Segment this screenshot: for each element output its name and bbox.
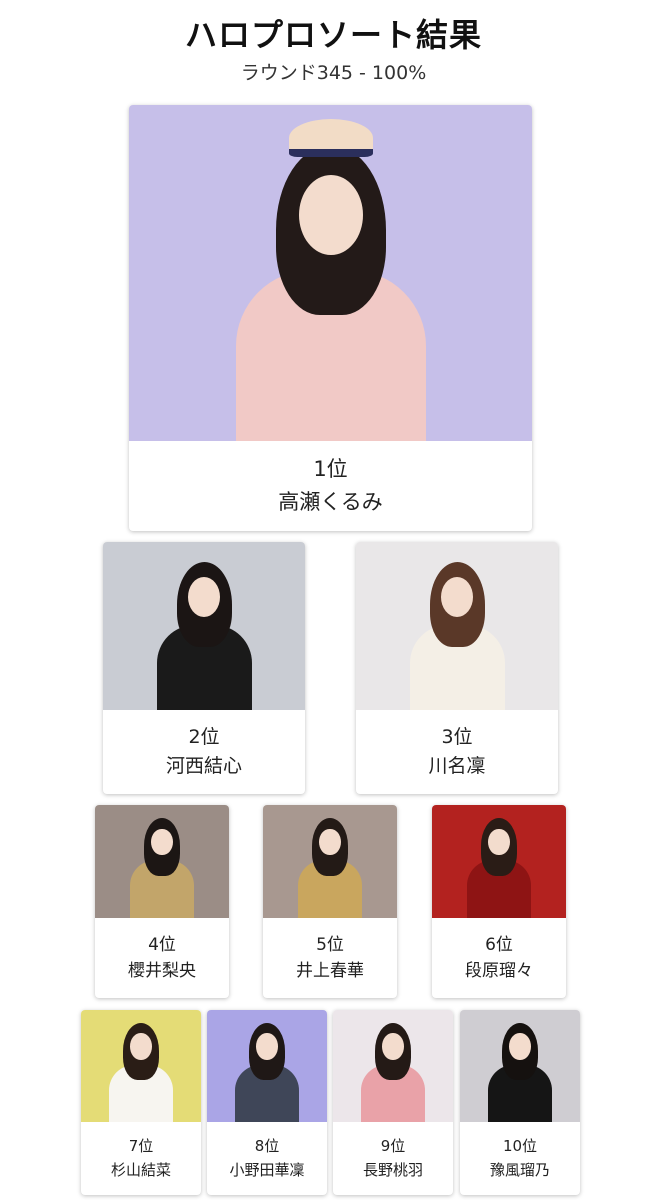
member-name: 井上春華: [296, 961, 364, 981]
ranking-caption: 10位豫風瑠乃: [460, 1122, 580, 1195]
ranking-caption: 5位井上春華: [263, 918, 397, 998]
rank-label: 10位: [502, 1137, 538, 1156]
ranking-caption: 6位段原瑠々: [432, 918, 566, 998]
rank-label: 2位: [188, 725, 220, 748]
member-face-shape: [382, 1033, 404, 1060]
member-photo: [103, 542, 305, 710]
member-face-shape: [488, 828, 510, 856]
member-photo: [95, 805, 229, 918]
member-photo: [263, 805, 397, 918]
ranking-card-3: 3位川名凜: [356, 542, 558, 794]
member-face-shape: [298, 175, 363, 255]
member-name: 高瀬くるみ: [278, 490, 383, 514]
member-face-shape: [256, 1033, 278, 1060]
member-photo: [129, 105, 532, 441]
member-face-shape: [151, 828, 173, 856]
member-face-shape: [130, 1033, 152, 1060]
member-face-shape: [509, 1033, 531, 1060]
member-name: 河西結心: [165, 755, 242, 777]
member-name: 櫻井梨央: [128, 961, 196, 981]
member-face-shape: [441, 577, 473, 617]
page-title: ハロプロソート結果: [184, 16, 482, 54]
member-photo: [207, 1010, 327, 1122]
member-name: 杉山結菜: [110, 1160, 171, 1179]
ranking-card-1: 1位高瀬くるみ: [129, 105, 532, 531]
member-hat-shape: [288, 119, 373, 157]
ranking-card-8: 8位小野田華凜: [207, 1010, 327, 1195]
ranking-card-9: 9位長野桃羽: [333, 1010, 453, 1195]
rank-label: 8位: [254, 1137, 280, 1156]
member-name: 長野桃羽: [362, 1160, 423, 1179]
round-progress-subtitle: ラウンド345 - 100%: [240, 62, 427, 84]
member-photo: [432, 805, 566, 918]
ranking-caption: 2位河西結心: [103, 710, 305, 794]
member-name: 豫風瑠乃: [489, 1160, 550, 1179]
ranking-caption: 7位杉山結菜: [81, 1122, 201, 1195]
ranking-caption: 8位小野田華凜: [207, 1122, 327, 1195]
ranking-card-10: 10位豫風瑠乃: [460, 1010, 580, 1195]
member-face-shape: [188, 577, 220, 617]
member-name: 段原瑠々: [465, 961, 533, 981]
ranking-card-4: 4位櫻井梨央: [95, 805, 229, 998]
ranking-caption: 3位川名凜: [356, 710, 558, 794]
rank-label: 6位: [485, 934, 513, 955]
rank-label: 7位: [128, 1137, 154, 1156]
rank-label: 3位: [441, 725, 473, 748]
rank-label: 4位: [148, 934, 176, 955]
ranking-caption: 4位櫻井梨央: [95, 918, 229, 998]
member-photo: [333, 1010, 453, 1122]
ranking-caption: 1位高瀬くるみ: [129, 441, 532, 531]
rank-label: 5位: [316, 934, 344, 955]
member-face-shape: [319, 828, 341, 856]
member-photo: [81, 1010, 201, 1122]
member-name: 川名凜: [428, 755, 486, 777]
member-photo: [460, 1010, 580, 1122]
ranking-card-5: 5位井上春華: [263, 805, 397, 998]
rank-label: 9位: [380, 1137, 406, 1156]
member-photo: [356, 542, 558, 710]
ranking-card-7: 7位杉山結菜: [81, 1010, 201, 1195]
ranking-card-6: 6位段原瑠々: [432, 805, 566, 998]
member-name: 小野田華凜: [229, 1160, 305, 1179]
rank-label: 1位: [313, 457, 348, 482]
ranking-card-2: 2位河西結心: [103, 542, 305, 794]
ranking-caption: 9位長野桃羽: [333, 1122, 453, 1195]
